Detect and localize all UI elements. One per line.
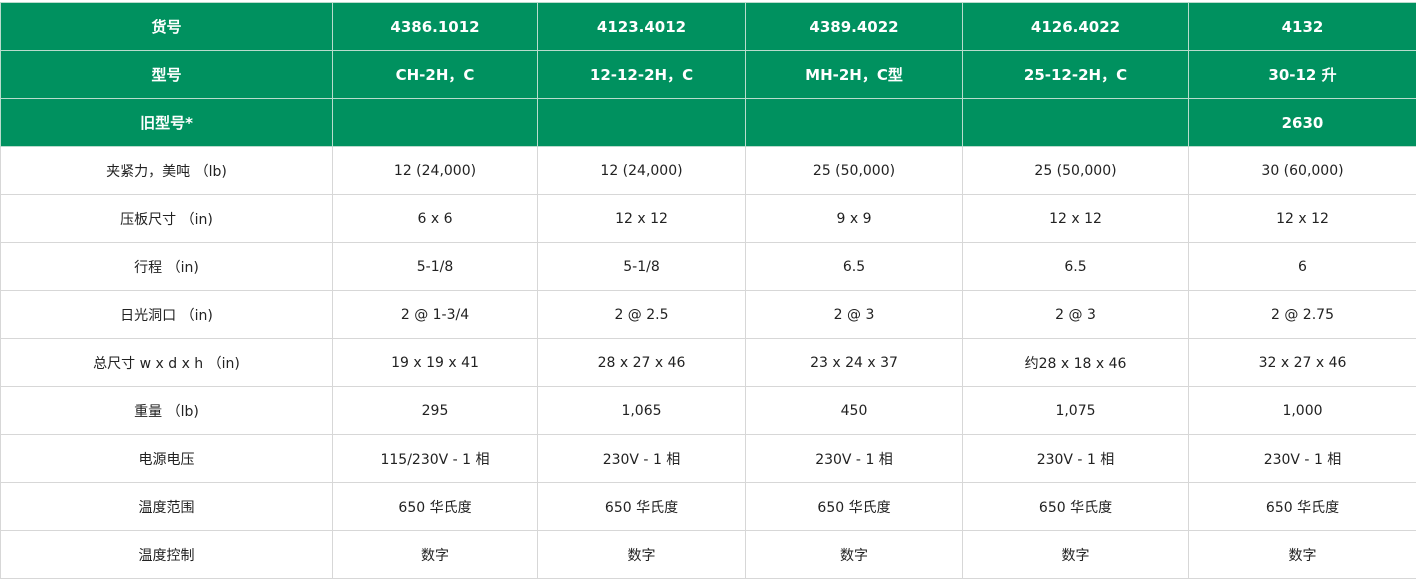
row-label: 总尺寸 w x d x h （in) bbox=[1, 339, 333, 387]
header-row-part-number: 货号 4386.1012 4123.4012 4389.4022 4126.40… bbox=[1, 3, 1416, 51]
table-row: 日光洞口 （in) 2 @ 1-3/4 2 @ 2.5 2 @ 3 2 @ 3 … bbox=[1, 291, 1416, 339]
table-cell: 1,065 bbox=[538, 387, 746, 435]
table-cell: 6.5 bbox=[963, 243, 1189, 291]
table-cell: 6 x 6 bbox=[333, 195, 538, 243]
table-cell: 2 @ 3 bbox=[963, 291, 1189, 339]
table-row: 行程 （in) 5-1/8 5-1/8 6.5 6.5 6 bbox=[1, 243, 1416, 291]
row-label: 温度控制 bbox=[1, 531, 333, 579]
row-label: 压板尺寸 （in) bbox=[1, 195, 333, 243]
table-cell: 32 x 27 x 46 bbox=[1189, 339, 1416, 387]
table-cell: 12 x 12 bbox=[963, 195, 1189, 243]
table-row: 压板尺寸 （in) 6 x 6 12 x 12 9 x 9 12 x 12 12… bbox=[1, 195, 1416, 243]
table-cell: 4123.4012 bbox=[538, 3, 746, 51]
table-cell: CH-2H，C bbox=[333, 51, 538, 99]
table-cell: 25 (50,000) bbox=[963, 147, 1189, 195]
table-cell: 12 x 12 bbox=[1189, 195, 1416, 243]
row-label: 货号 bbox=[1, 3, 333, 51]
table-cell: 2 @ 2.75 bbox=[1189, 291, 1416, 339]
table-cell: 230V - 1 相 bbox=[963, 435, 1189, 483]
table-cell: 25 (50,000) bbox=[746, 147, 963, 195]
table-cell: 12 (24,000) bbox=[538, 147, 746, 195]
table-cell: 650 华氏度 bbox=[333, 483, 538, 531]
table-cell: 230V - 1 相 bbox=[746, 435, 963, 483]
table-cell: 450 bbox=[746, 387, 963, 435]
table-cell bbox=[746, 99, 963, 147]
spec-table: 货号 4386.1012 4123.4012 4389.4022 4126.40… bbox=[0, 2, 1416, 579]
table-cell: 650 华氏度 bbox=[538, 483, 746, 531]
table-cell: 25-12-2H，C bbox=[963, 51, 1189, 99]
table-cell: 12 x 12 bbox=[538, 195, 746, 243]
table-cell: 30-12 升 bbox=[1189, 51, 1416, 99]
table-cell: MH-2H，C型 bbox=[746, 51, 963, 99]
table-cell: 295 bbox=[333, 387, 538, 435]
table-cell: 约28 x 18 x 46 bbox=[963, 339, 1189, 387]
table-cell: 28 x 27 x 46 bbox=[538, 339, 746, 387]
row-label: 行程 （in) bbox=[1, 243, 333, 291]
table-cell: 数字 bbox=[333, 531, 538, 579]
table-row: 温度控制 数字 数字 数字 数字 数字 bbox=[1, 531, 1416, 579]
table-cell: 19 x 19 x 41 bbox=[333, 339, 538, 387]
table-cell: 5-1/8 bbox=[333, 243, 538, 291]
table-cell: 30 (60,000) bbox=[1189, 147, 1416, 195]
table-cell: 5-1/8 bbox=[538, 243, 746, 291]
row-label: 重量 （lb) bbox=[1, 387, 333, 435]
table-cell: 230V - 1 相 bbox=[538, 435, 746, 483]
table-cell: 数字 bbox=[963, 531, 1189, 579]
table-cell: 2630 bbox=[1189, 99, 1416, 147]
table-cell: 6.5 bbox=[746, 243, 963, 291]
table-cell: 650 华氏度 bbox=[746, 483, 963, 531]
table-cell: 4389.4022 bbox=[746, 3, 963, 51]
table-cell: 2 @ 3 bbox=[746, 291, 963, 339]
table-cell: 650 华氏度 bbox=[963, 483, 1189, 531]
table-cell: 23 x 24 x 37 bbox=[746, 339, 963, 387]
table-cell: 4386.1012 bbox=[333, 3, 538, 51]
row-label: 日光洞口 （in) bbox=[1, 291, 333, 339]
table-cell: 12 (24,000) bbox=[333, 147, 538, 195]
row-label: 型号 bbox=[1, 51, 333, 99]
table-cell: 数字 bbox=[746, 531, 963, 579]
table-cell: 数字 bbox=[538, 531, 746, 579]
table-cell: 12-12-2H，C bbox=[538, 51, 746, 99]
row-label: 温度范围 bbox=[1, 483, 333, 531]
table-cell: 2 @ 1-3/4 bbox=[333, 291, 538, 339]
table-cell: 4132 bbox=[1189, 3, 1416, 51]
table-cell: 4126.4022 bbox=[963, 3, 1189, 51]
table-row: 总尺寸 w x d x h （in) 19 x 19 x 41 28 x 27 … bbox=[1, 339, 1416, 387]
table-cell: 1,075 bbox=[963, 387, 1189, 435]
table-cell: 6 bbox=[1189, 243, 1416, 291]
table-cell: 230V - 1 相 bbox=[1189, 435, 1416, 483]
header-row-model: 型号 CH-2H，C 12-12-2H，C MH-2H，C型 25-12-2H，… bbox=[1, 51, 1416, 99]
table-row: 温度范围 650 华氏度 650 华氏度 650 华氏度 650 华氏度 650… bbox=[1, 483, 1416, 531]
table-row: 重量 （lb) 295 1,065 450 1,075 1,000 bbox=[1, 387, 1416, 435]
table-cell: 115/230V - 1 相 bbox=[333, 435, 538, 483]
table-cell bbox=[333, 99, 538, 147]
row-label: 旧型号* bbox=[1, 99, 333, 147]
table-cell: 2 @ 2.5 bbox=[538, 291, 746, 339]
table-cell: 650 华氏度 bbox=[1189, 483, 1416, 531]
table-row: 电源电压 115/230V - 1 相 230V - 1 相 230V - 1 … bbox=[1, 435, 1416, 483]
row-label: 夹紧力，美吨 （lb) bbox=[1, 147, 333, 195]
table-row: 夹紧力，美吨 （lb) 12 (24,000) 12 (24,000) 25 (… bbox=[1, 147, 1416, 195]
table-cell bbox=[538, 99, 746, 147]
table-cell: 1,000 bbox=[1189, 387, 1416, 435]
table-cell: 数字 bbox=[1189, 531, 1416, 579]
table-cell: 9 x 9 bbox=[746, 195, 963, 243]
table-cell bbox=[963, 99, 1189, 147]
row-label: 电源电压 bbox=[1, 435, 333, 483]
header-row-old-model: 旧型号* 2630 bbox=[1, 99, 1416, 147]
